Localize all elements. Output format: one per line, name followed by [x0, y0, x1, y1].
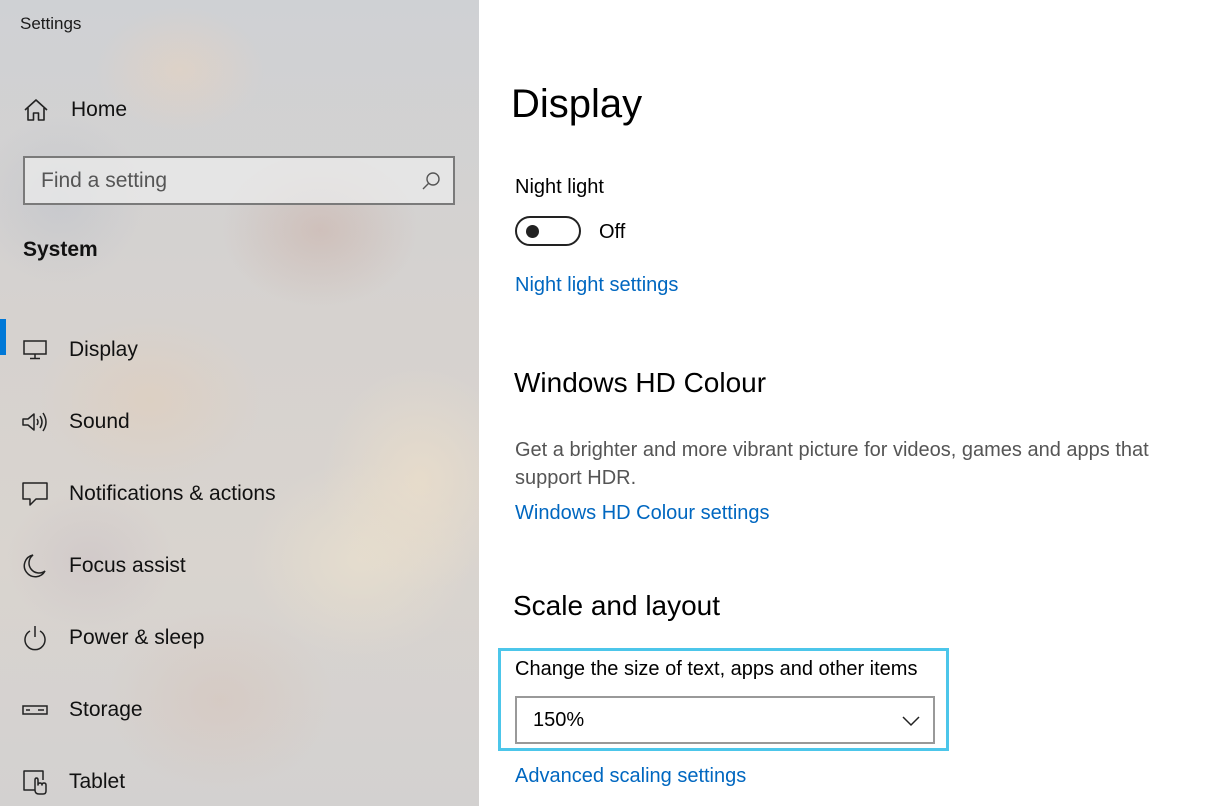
home-icon — [22, 96, 50, 124]
night-light-toggle[interactable] — [515, 216, 581, 246]
chevron-down-icon — [901, 711, 921, 731]
moon-icon — [20, 551, 50, 581]
section-title: System — [23, 238, 98, 261]
page-title: Display — [511, 82, 643, 126]
monitor-icon — [20, 335, 50, 365]
search-input[interactable] — [25, 168, 409, 193]
drive-icon — [20, 695, 50, 725]
sidebar-item-notifications[interactable]: Notifications & actions — [0, 458, 479, 530]
search-icon[interactable] — [409, 158, 453, 203]
speaker-icon — [20, 407, 50, 437]
sidebar-item-focus-assist[interactable]: Focus assist — [0, 530, 479, 602]
power-icon — [20, 623, 50, 653]
main-content: Display Night light Off Night light sett… — [479, 0, 1216, 806]
toggle-knob — [526, 225, 539, 238]
sidebar-nav: Display Sound Notifications & actions Fo… — [0, 314, 479, 806]
advanced-scaling-link[interactable]: Advanced scaling settings — [515, 765, 746, 788]
scale-label: Change the size of text, apps and other … — [515, 658, 918, 680]
sidebar-item-display[interactable]: Display — [0, 314, 479, 386]
dropdown-value: 150% — [533, 709, 585, 731]
sidebar-item-label: Notifications & actions — [69, 482, 276, 505]
selection-indicator — [0, 319, 6, 355]
sidebar-item-label: Tablet — [69, 770, 126, 793]
scale-dropdown[interactable]: 150% — [515, 696, 935, 744]
scale-heading: Scale and layout — [513, 590, 721, 621]
tablet-icon — [20, 767, 50, 797]
sidebar-item-sound[interactable]: Sound — [0, 386, 479, 458]
sidebar-item-label: Display — [69, 338, 138, 361]
hdr-description: Get a brighter and more vibrant picture … — [515, 439, 1149, 489]
home-label: Home — [71, 98, 128, 121]
sidebar-item-label: Power & sleep — [69, 626, 205, 649]
hdr-settings-link[interactable]: Windows HD Colour settings — [515, 502, 770, 525]
search-box[interactable] — [23, 156, 455, 205]
sidebar-item-label: Storage — [69, 698, 143, 721]
sidebar: Settings Home System — [0, 0, 479, 806]
night-light-settings-link[interactable]: Night light settings — [515, 274, 678, 297]
sidebar-item-power-sleep[interactable]: Power & sleep — [0, 602, 479, 674]
night-light-label: Night light — [515, 176, 604, 198]
sidebar-item-tablet[interactable]: Tablet — [0, 746, 479, 806]
night-light-state: Off — [599, 221, 626, 243]
app-title: Settings — [20, 14, 82, 33]
sidebar-item-label: Sound — [69, 410, 130, 433]
home-button[interactable]: Home — [22, 92, 127, 128]
hdr-heading: Windows HD Colour — [514, 367, 767, 398]
sidebar-item-storage[interactable]: Storage — [0, 674, 479, 746]
sidebar-item-label: Focus assist — [69, 554, 186, 577]
message-icon — [20, 479, 50, 509]
